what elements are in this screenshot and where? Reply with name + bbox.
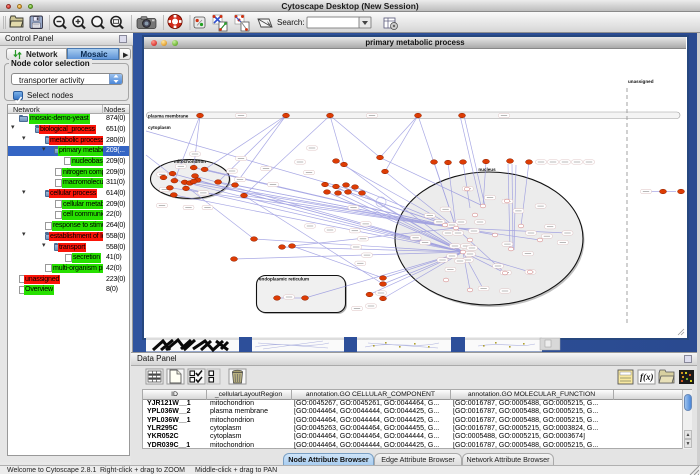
- svg-text:nucleus: nucleus: [478, 167, 496, 172]
- svg-text:plasma membrane: plasma membrane: [148, 113, 189, 118]
- svg-text:cytoplasm: cytoplasm: [148, 125, 171, 130]
- svg-text:endoplasmic reticulum: endoplasmic reticulum: [259, 277, 309, 282]
- svg-text:Search:: Search:: [277, 18, 305, 27]
- svg-text:unassigned: unassigned: [628, 79, 654, 84]
- svg-text:f(x): f(x): [640, 372, 654, 382]
- svg-text:mitochondrion: mitochondrion: [174, 159, 206, 164]
